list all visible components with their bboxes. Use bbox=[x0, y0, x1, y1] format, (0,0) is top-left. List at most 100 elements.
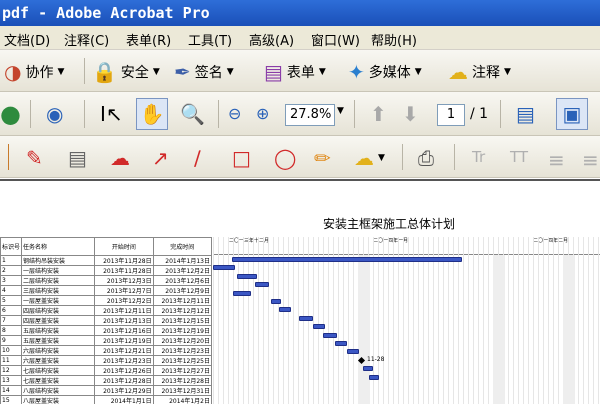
secure-label: 安全 bbox=[120, 65, 149, 81]
grid-line bbox=[388, 237, 389, 404]
gantt-bar bbox=[237, 273, 257, 279]
grid-line bbox=[483, 237, 484, 404]
grid-line bbox=[598, 237, 599, 404]
text-style-icon[interactable]: Tr bbox=[472, 148, 489, 166]
zoom-dropdown-icon[interactable]: ▼ bbox=[337, 106, 344, 116]
grid-line bbox=[418, 237, 419, 404]
table-header-row: 标识号 任务名称 开始时间 完成时间 bbox=[0, 237, 213, 256]
grid-line bbox=[263, 237, 264, 404]
column-header: 标识号 bbox=[0, 237, 23, 256]
align-icon[interactable]: ≡ bbox=[548, 148, 569, 172]
table-cell: 12 bbox=[0, 365, 23, 376]
globe-icon[interactable]: ● bbox=[0, 100, 25, 128]
select-tool-icon[interactable]: I↖ bbox=[100, 102, 127, 126]
table-cell: 2013年12月9日 bbox=[152, 285, 213, 296]
hand-tool-icon[interactable]: ✋ bbox=[136, 98, 168, 130]
gantt-bar bbox=[255, 282, 269, 288]
grid-line bbox=[313, 237, 314, 404]
table-row: 10 六层结构安装 2013年12月21日 2013年12月23日 bbox=[0, 345, 213, 356]
zoom-level-input[interactable]: 27.8% bbox=[285, 104, 335, 126]
gantt-bar bbox=[369, 374, 379, 380]
gantt-bar bbox=[232, 257, 462, 262]
cloud-icon[interactable]: ☁ bbox=[110, 146, 134, 170]
fit-page-icon[interactable]: ▣ bbox=[556, 98, 588, 130]
chevron-down-icon: ▼ bbox=[152, 67, 160, 77]
next-page-icon[interactable]: ⬇ bbox=[402, 102, 423, 126]
table-cell: 5 bbox=[0, 295, 23, 306]
multimedia-button[interactable]: ✦ 多媒体 ▼ bbox=[348, 60, 422, 84]
menu-tools[interactable]: 工具(T) bbox=[188, 30, 232, 49]
gantt-bar bbox=[279, 307, 291, 313]
snapshot-icon[interactable]: ◉ bbox=[46, 102, 67, 126]
pen-icon: ✒ bbox=[174, 60, 191, 84]
oval-icon[interactable]: ◯ bbox=[274, 146, 300, 170]
table-cell: 2014年1月2日 bbox=[152, 395, 213, 404]
grid-line bbox=[458, 237, 459, 404]
arrow-icon[interactable]: ↗ bbox=[152, 146, 173, 170]
grid-line bbox=[213, 237, 214, 404]
table-cell: 2013年12月3日 bbox=[94, 275, 154, 286]
table-cell: 2013年12月6日 bbox=[152, 275, 213, 286]
table-cell: 2013年12月23日 bbox=[152, 345, 213, 356]
pencil-icon[interactable]: ✏ bbox=[314, 146, 335, 170]
table-cell: 2013年12月11日 bbox=[94, 305, 154, 316]
stamp-icon[interactable]: ☁ ▼ bbox=[354, 146, 385, 170]
table-cell: 七层屋盖安装 bbox=[21, 375, 96, 386]
menu-advanced[interactable]: 高级(A) bbox=[249, 30, 294, 49]
grid-line bbox=[383, 237, 384, 404]
previous-page-icon[interactable]: ⬆ bbox=[370, 102, 391, 126]
comment-button[interactable]: ☁ 注释 ▼ bbox=[448, 60, 511, 84]
table-cell: 2013年12月23日 bbox=[94, 355, 154, 366]
table-cell: 7 bbox=[0, 315, 23, 326]
line-icon[interactable]: ∕ bbox=[194, 146, 205, 170]
zoom-in-icon[interactable]: ⊕ bbox=[256, 104, 273, 123]
collaborate-button[interactable]: ◑ 协作 ▼ bbox=[4, 60, 64, 84]
gantt-bar bbox=[299, 315, 313, 321]
zoom-out-icon[interactable]: ⊖ bbox=[228, 104, 245, 123]
window-title-bar: pdf - Adobe Acrobat Pro bbox=[0, 0, 600, 26]
table-cell: 2013年12月28日 bbox=[152, 375, 213, 386]
table-row: 15 八层屋盖安装 2014年1月1日 2014年1月2日 bbox=[0, 395, 213, 404]
printer-icon[interactable]: ⎙ bbox=[418, 146, 438, 170]
multimedia-icon: ✦ bbox=[348, 60, 365, 84]
list-icon[interactable]: ≡ bbox=[582, 148, 600, 172]
secure-button[interactable]: 🔒 安全 ▼ bbox=[92, 60, 160, 84]
grid-line bbox=[553, 237, 554, 404]
menu-help[interactable]: 帮助(H) bbox=[371, 30, 417, 49]
grid-line bbox=[523, 237, 524, 404]
table-row: 11 六层屋盖安装 2013年12月23日 2013年12月25日 bbox=[0, 355, 213, 366]
zoom-tool-icon[interactable]: 🔍 bbox=[180, 102, 209, 126]
gantt-bar bbox=[323, 332, 337, 338]
gantt-bar bbox=[313, 324, 325, 330]
menu-document[interactable]: 文档(D) bbox=[4, 30, 50, 49]
grid-line bbox=[248, 237, 249, 404]
grid-line bbox=[218, 237, 219, 404]
grid-line bbox=[343, 237, 344, 404]
rectangle-icon[interactable]: □ bbox=[232, 146, 255, 170]
table-cell: 6 bbox=[0, 305, 23, 316]
table-cell: 五层结构安装 bbox=[21, 325, 96, 336]
sign-button[interactable]: ✒ 签名 ▼ bbox=[174, 60, 234, 84]
table-row: 7 四层屋盖安装 2013年12月13日 2013年12月15日 bbox=[0, 315, 213, 326]
collaborate-icon: ◑ bbox=[4, 60, 22, 84]
grid-line bbox=[543, 237, 544, 404]
table-row: 14 八层结构安装 2013年12月29日 2013年12月31日 bbox=[0, 385, 213, 396]
text-box-icon[interactable]: ▤ bbox=[68, 146, 91, 170]
menu-comments[interactable]: 注释(C) bbox=[64, 30, 109, 49]
grid-line bbox=[443, 237, 444, 404]
grid-line bbox=[423, 237, 424, 404]
multimedia-label: 多媒体 bbox=[368, 65, 411, 81]
toolbar-divider bbox=[84, 100, 85, 128]
callout-icon[interactable]: ✎ bbox=[26, 146, 47, 170]
fit-width-icon[interactable]: ▤ bbox=[516, 102, 539, 126]
text-size-icon[interactable]: TT bbox=[510, 148, 532, 166]
table-row: 6 四层结构安装 2013年12月11日 2013年12月12日 bbox=[0, 305, 213, 316]
page-number-input[interactable]: 1 bbox=[437, 104, 465, 126]
document-view[interactable]: 安装主框架施工总体计划 标识号 任务名称 开始时间 完成时间 1 钢结构吊装安装 2… bbox=[0, 179, 600, 404]
grid-line bbox=[278, 237, 279, 404]
table-cell: 七层结构安装 bbox=[21, 365, 96, 376]
menu-window[interactable]: 窗口(W) bbox=[311, 30, 360, 49]
table-cell: 2013年12月26日 bbox=[94, 365, 154, 376]
forms-button[interactable]: ▤ 表单 ▼ bbox=[264, 60, 326, 84]
menu-forms[interactable]: 表单(R) bbox=[126, 30, 171, 49]
